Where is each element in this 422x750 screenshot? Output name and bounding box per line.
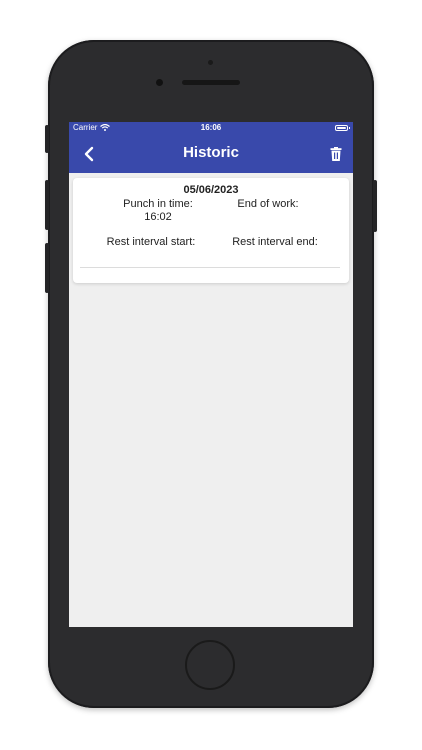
- punch-in-value: 16:02: [144, 211, 172, 223]
- rest-start-label: Rest interval start:: [106, 236, 196, 248]
- mute-switch: [45, 125, 49, 153]
- record-date: 05/06/2023: [183, 184, 239, 196]
- punch-in-label: Punch in time:: [123, 198, 193, 210]
- earpiece-speaker: [182, 80, 240, 85]
- record-card[interactable]: 05/06/2023 Punch in time: 16:02 End of w…: [73, 178, 349, 283]
- front-camera: [156, 79, 163, 86]
- battery-icon: [335, 125, 350, 131]
- home-button[interactable]: [185, 640, 235, 690]
- rest-end-label: Rest interval end:: [232, 236, 318, 248]
- end-of-work-label: End of work:: [237, 198, 299, 210]
- delete-button[interactable]: [327, 144, 345, 164]
- proximity-sensor: [208, 60, 213, 65]
- power-button: [373, 180, 377, 232]
- status-bar: Carrier 16:06: [69, 122, 353, 135]
- volume-up-button: [45, 180, 49, 230]
- app-screen: Carrier 16:06 Historic 05/06/2023 Punch …: [69, 122, 353, 627]
- trash-icon: [330, 147, 342, 161]
- status-time: 16:06: [200, 123, 222, 132]
- card-divider: [80, 267, 340, 268]
- app-bar: Historic: [69, 135, 353, 173]
- page-title: Historic: [183, 144, 239, 161]
- volume-down-button: [45, 243, 49, 293]
